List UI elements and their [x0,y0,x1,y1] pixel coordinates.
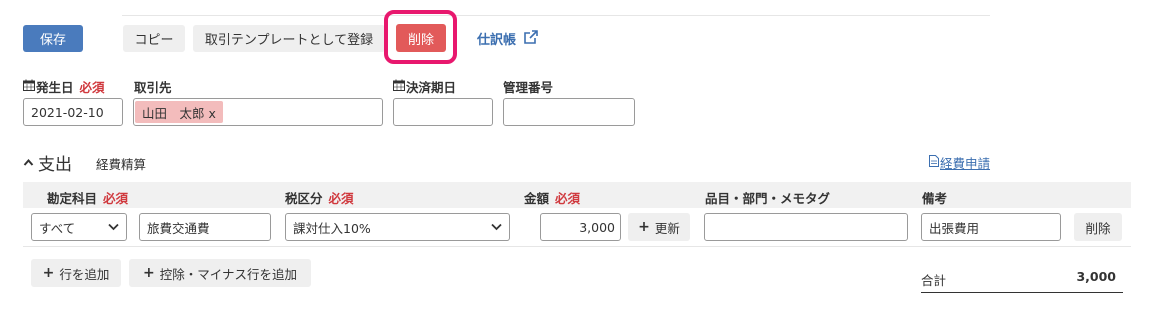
document-icon [929,155,939,170]
external-link-icon [524,29,538,48]
journal-link-label: 仕訳帳 [477,33,517,48]
top-divider [122,15,990,16]
account-filter-value: すべて [39,220,76,236]
partner-tag[interactable]: 山田 太郎 x [135,101,223,123]
tax-select[interactable]: 課対仕入10% [285,213,510,241]
header-item-memo: 品目・部門・メモタグ [705,191,831,206]
required-badge: 必須 [103,191,129,206]
tax-value: 課対仕入10% [293,220,371,236]
required-badge: 必須 [79,80,105,95]
header-account: 勘定科目 必須 [47,188,128,207]
management-no-input[interactable] [503,98,635,126]
update-button[interactable]: + 更新 [628,213,690,241]
chevron-up-icon [23,153,34,173]
register-template-button[interactable]: 取引テンプレートとして登録 [193,25,385,52]
issue-date-input[interactable]: 2021-02-10 [23,98,123,126]
chevron-down-icon [491,221,502,234]
copy-button[interactable]: コピー [123,25,185,52]
expense-request-label: 経費申請 [940,156,991,171]
total-value: 3,000 [1076,269,1116,284]
plus-icon: + [143,265,155,281]
delete-button[interactable]: 削除 [396,24,446,52]
required-badge: 必須 [328,191,354,206]
plus-icon: + [42,265,55,281]
add-deduction-label: 控除・マイナス行を追加 [159,266,297,282]
header-tax: 税区分 必須 [285,188,354,207]
row-divider [23,246,1131,247]
save-button[interactable]: 保存 [23,25,83,52]
header-account-text: 勘定科目 [47,191,98,206]
remarks-input[interactable]: 出張費用 [921,213,1061,241]
account-input[interactable]: 旅費交通費 [139,213,271,241]
total-label: 合計 [921,273,947,288]
account-filter-select[interactable]: すべて [31,213,127,241]
header-tax-text: 税区分 [285,191,323,206]
item-memo-input[interactable] [704,213,908,241]
header-amount: 金額 必須 [524,188,580,207]
header-amount-text: 金額 [524,191,550,206]
amount-input[interactable]: 3,000 [540,213,621,241]
expense-section-title[interactable]: 支出 [23,150,72,175]
required-badge: 必須 [555,191,581,206]
add-deduction-row-button[interactable]: + 控除・マイナス行を追加 [129,259,311,287]
section-title-text: 支出 [38,155,72,175]
header-remarks: 備考 [922,191,948,206]
management-no-label: 管理番号 [503,80,554,95]
section-subtitle: 経費精算 [96,157,147,172]
settlement-date-label: 決済期日 [393,77,456,96]
calendar-icon [23,79,35,94]
issue-date-label-text: 発生日 [36,80,74,95]
expense-request-link[interactable]: 経費申請 [929,153,990,172]
add-row-label: 行を追加 [59,266,110,282]
update-button-label: 更新 [654,220,680,236]
journal-link[interactable]: 仕訳帳 [477,29,538,48]
settlement-date-input[interactable] [393,98,493,126]
total-underline [921,292,1123,293]
row-delete-button[interactable]: 削除 [1074,213,1122,241]
issue-date-label: 発生日 必須 [23,77,105,96]
settlement-date-label-text: 決済期日 [406,80,457,95]
partner-label: 取引先 [134,80,172,95]
chevron-down-icon [108,221,119,234]
add-row-button[interactable]: + 行を追加 [31,259,121,287]
calendar-icon [393,79,405,94]
plus-icon: + [638,219,650,235]
